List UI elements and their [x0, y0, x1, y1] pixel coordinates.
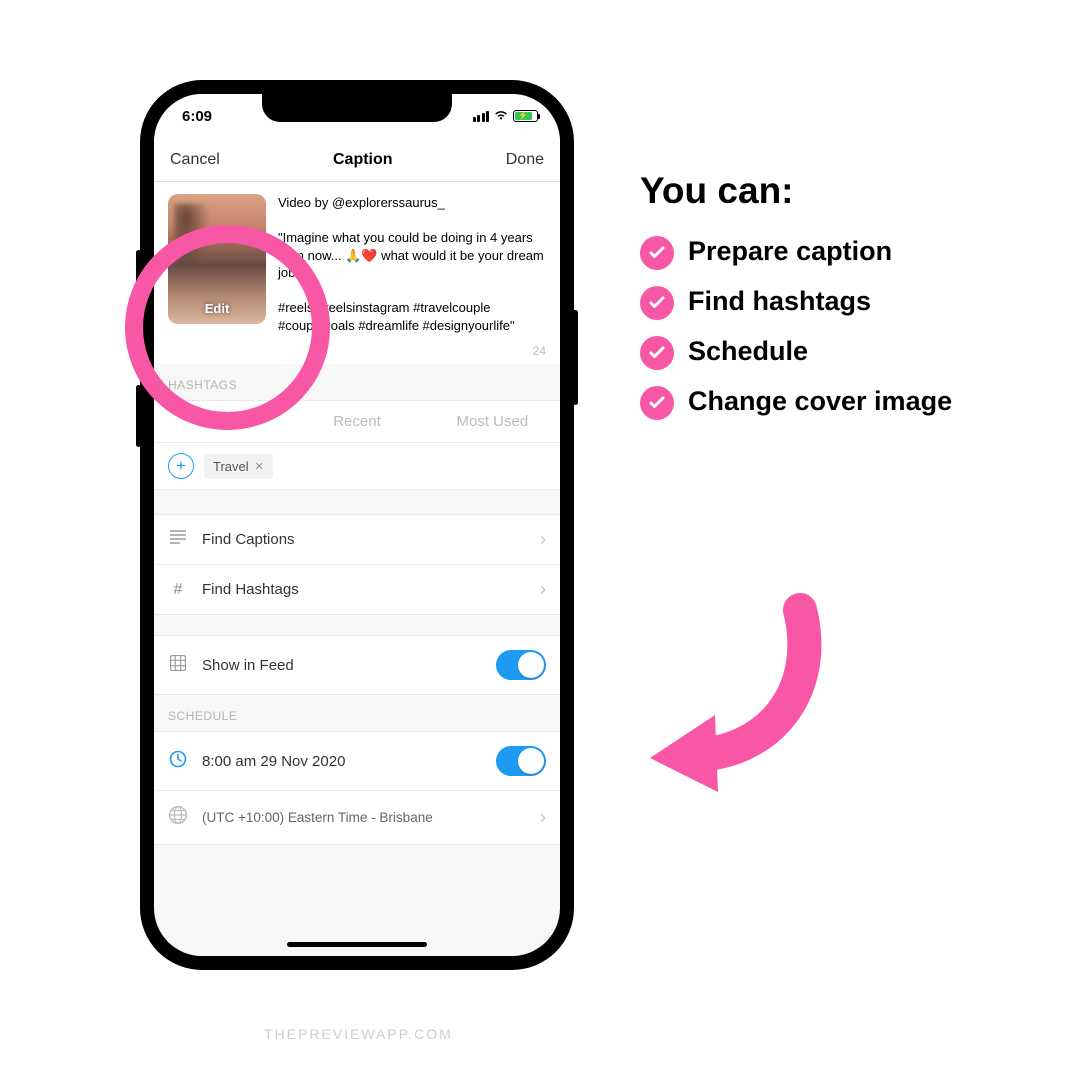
watermark: THEPREVIEWAPP.COM	[264, 1026, 453, 1042]
arrow-icon	[620, 580, 840, 800]
show-in-feed-toggle[interactable]	[496, 650, 546, 680]
chevron-right-icon: ›	[540, 807, 546, 828]
cancel-button[interactable]: Cancel	[170, 151, 220, 169]
caption-text[interactable]: Video by @explorerssaurus_ "Imagine what…	[278, 194, 546, 334]
feature-item: Prepare caption	[640, 234, 1030, 270]
caption-editor[interactable]: Edit Video by @explorerssaurus_ "Imagine…	[154, 182, 560, 342]
phone-button	[136, 310, 141, 372]
phone-notch	[262, 94, 452, 122]
schedule-time-row[interactable]: 8:00 am 29 Nov 2020	[154, 731, 560, 791]
signal-icon	[473, 111, 490, 122]
globe-icon	[168, 805, 188, 830]
cover-thumbnail[interactable]: Edit	[168, 194, 266, 324]
check-icon	[640, 286, 674, 320]
battery-icon: ⚡	[513, 110, 538, 122]
spacer	[154, 615, 560, 635]
hash-icon: #	[168, 581, 188, 599]
spacer	[154, 490, 560, 514]
feature-label: Prepare caption	[688, 234, 892, 269]
hashtag-tabs: Groups Recent Most Used	[154, 400, 560, 443]
feature-list: You can: Prepare caption Find hashtags S…	[640, 170, 1030, 434]
edit-cover-button[interactable]: Edit	[168, 301, 266, 316]
close-icon[interactable]: ✕	[255, 460, 264, 473]
phone-button	[573, 310, 578, 405]
row-label: Find Captions	[202, 531, 526, 548]
phone-screen: 6:09 ⚡ Cancel Caption Done Edit Video by…	[154, 94, 560, 956]
tab-most-used[interactable]: Most Used	[425, 401, 560, 442]
find-captions-row[interactable]: Find Captions ›	[154, 514, 560, 565]
find-hashtags-row[interactable]: # Find Hashtags ›	[154, 565, 560, 615]
timezone-label: (UTC +10:00) Eastern Time - Brisbane	[202, 810, 526, 825]
hashtag-chip[interactable]: Travel ✕	[204, 454, 273, 479]
status-time: 6:09	[182, 108, 212, 125]
feature-label: Schedule	[688, 334, 808, 369]
home-indicator	[287, 942, 427, 947]
schedule-time: 8:00 am 29 Nov 2020	[202, 753, 482, 770]
hashtags-section-header: HASHTAGS	[154, 364, 560, 400]
row-label: Find Hashtags	[202, 581, 526, 598]
chevron-right-icon: ›	[540, 529, 546, 550]
nav-bar: Cancel Caption Done	[154, 138, 560, 182]
timezone-row[interactable]: (UTC +10:00) Eastern Time - Brisbane ›	[154, 791, 560, 845]
page-title: Caption	[333, 151, 393, 169]
hashtag-group-row: + Travel ✕	[154, 443, 560, 490]
clock-icon	[168, 750, 188, 773]
add-group-button[interactable]: +	[168, 453, 194, 479]
check-icon	[640, 386, 674, 420]
feature-label: Find hashtags	[688, 284, 871, 319]
wifi-icon	[493, 108, 509, 124]
list-icon	[168, 530, 188, 549]
schedule-section-header: SCHEDULE	[154, 695, 560, 731]
check-icon	[640, 236, 674, 270]
done-button[interactable]: Done	[506, 151, 544, 169]
tab-groups[interactable]: Groups	[154, 401, 289, 442]
chevron-right-icon: ›	[540, 579, 546, 600]
check-icon	[640, 336, 674, 370]
phone-button	[136, 250, 141, 285]
phone-button	[136, 385, 141, 447]
row-label: Show in Feed	[202, 657, 482, 674]
tab-recent[interactable]: Recent	[289, 401, 424, 442]
grid-icon	[168, 655, 188, 676]
feature-item: Change cover image	[640, 384, 1030, 420]
feature-heading: You can:	[640, 170, 1030, 212]
feature-item: Find hashtags	[640, 284, 1030, 320]
schedule-toggle[interactable]	[496, 746, 546, 776]
feature-item: Schedule	[640, 334, 1030, 370]
feature-label: Change cover image	[688, 384, 952, 419]
hashtag-count: 24	[154, 342, 560, 364]
show-in-feed-row: Show in Feed	[154, 635, 560, 695]
chip-label: Travel	[213, 459, 249, 474]
phone-frame: 6:09 ⚡ Cancel Caption Done Edit Video by…	[140, 80, 574, 970]
